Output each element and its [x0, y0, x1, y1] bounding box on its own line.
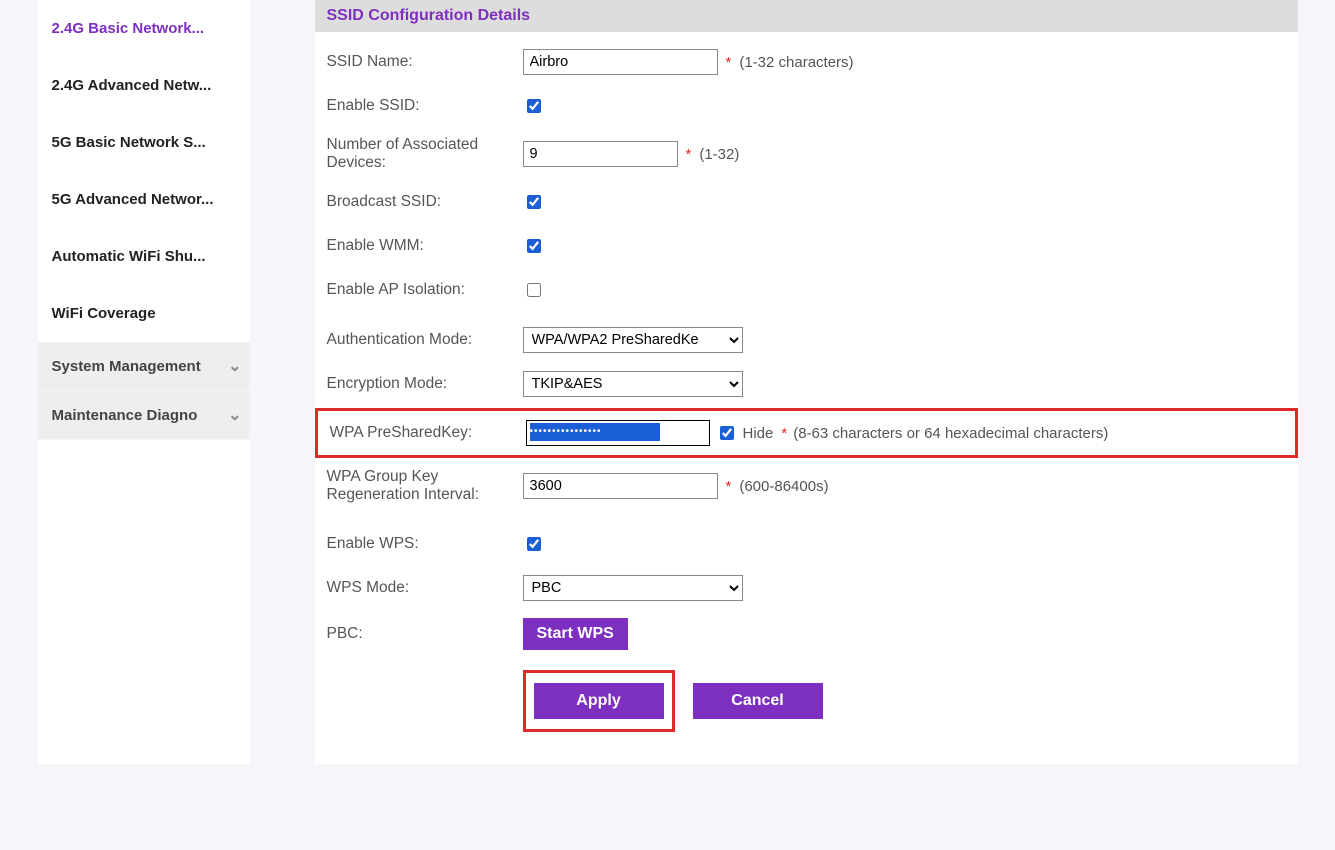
ssid-name-label: SSID Name: [327, 53, 523, 71]
broadcast-ssid-checkbox[interactable] [527, 195, 541, 209]
sidebar-item-5g-advanced[interactable]: 5G Advanced Networ... [38, 171, 250, 228]
ssid-name-hint: (1-32 characters) [739, 54, 853, 71]
enable-wps-checkbox[interactable] [527, 537, 541, 551]
start-wps-button[interactable]: Start WPS [523, 618, 628, 650]
num-devices-input[interactable] [523, 141, 678, 167]
sidebar-item-wifi-coverage[interactable]: WiFi Coverage [38, 285, 250, 342]
sidebar-item-5g-basic[interactable]: 5G Basic Network S... [38, 114, 250, 171]
required-asterisk: * [781, 425, 787, 442]
sidebar-item-auto-wifi-shutdown[interactable]: Automatic WiFi Shu... [38, 228, 250, 285]
enable-ssid-label: Enable SSID: [327, 97, 523, 115]
required-asterisk: * [726, 54, 732, 71]
hide-psk-checkbox[interactable] [720, 426, 734, 440]
psk-highlight: WPA PreSharedKey: •••••••••••••••• Hide … [315, 408, 1298, 458]
apply-highlight: Apply [523, 670, 675, 732]
sidebar-group-system-management[interactable]: System Management ⌄ [38, 342, 250, 391]
enable-ap-isolation-checkbox[interactable] [527, 283, 541, 297]
num-devices-hint: (1-32) [699, 146, 739, 163]
required-asterisk: * [686, 146, 692, 163]
psk-hint: (8-63 characters or 64 hexadecimal chara… [793, 425, 1108, 442]
enable-ap-isolation-label: Enable AP Isolation: [327, 281, 523, 299]
hide-label: Hide [743, 425, 774, 442]
group-key-interval-label: WPA Group Key Regeneration Interval: [327, 468, 523, 504]
wpa-psk-input[interactable]: •••••••••••••••• [526, 420, 710, 446]
auth-mode-label: Authentication Mode: [327, 331, 523, 349]
apply-button[interactable]: Apply [534, 683, 664, 719]
panel-title: SSID Configuration Details [315, 0, 1298, 32]
chevron-down-icon: ⌄ [228, 356, 241, 376]
main-content: SSID Configuration Details SSID Name: * … [250, 0, 1298, 764]
group-key-hint: (600-86400s) [739, 478, 828, 495]
pbc-label: PBC: [327, 625, 523, 643]
enable-wmm-label: Enable WMM: [327, 237, 523, 255]
ssid-name-input[interactable] [523, 49, 718, 75]
auth-mode-select[interactable]: WPA/WPA2 PreSharedKe [523, 327, 743, 353]
cancel-button[interactable]: Cancel [693, 683, 823, 719]
enable-wmm-checkbox[interactable] [527, 239, 541, 253]
num-devices-label: Number of Associated Devices: [327, 136, 523, 172]
group-key-interval-input[interactable] [523, 473, 718, 499]
encryption-mode-label: Encryption Mode: [327, 375, 523, 393]
encryption-mode-select[interactable]: TKIP&AES [523, 371, 743, 397]
enable-ssid-checkbox[interactable] [527, 99, 541, 113]
chevron-down-icon: ⌄ [228, 405, 241, 425]
sidebar-item-24g-basic[interactable]: 2.4G Basic Network... [38, 0, 250, 57]
ssid-config-form: SSID Name: * (1-32 characters) Enable SS… [315, 32, 1298, 764]
required-asterisk: * [726, 478, 732, 495]
wps-mode-label: WPS Mode: [327, 579, 523, 597]
sidebar-item-24g-advanced[interactable]: 2.4G Advanced Netw... [38, 57, 250, 114]
wpa-psk-label: WPA PreSharedKey: [330, 424, 526, 442]
sidebar: 2.4G Basic Network... 2.4G Advanced Netw… [38, 0, 250, 764]
enable-wps-label: Enable WPS: [327, 535, 523, 553]
broadcast-ssid-label: Broadcast SSID: [327, 193, 523, 211]
sidebar-group-maintenance-diagno[interactable]: Maintenance Diagno ⌄ [38, 391, 250, 440]
wps-mode-select[interactable]: PBC [523, 575, 743, 601]
